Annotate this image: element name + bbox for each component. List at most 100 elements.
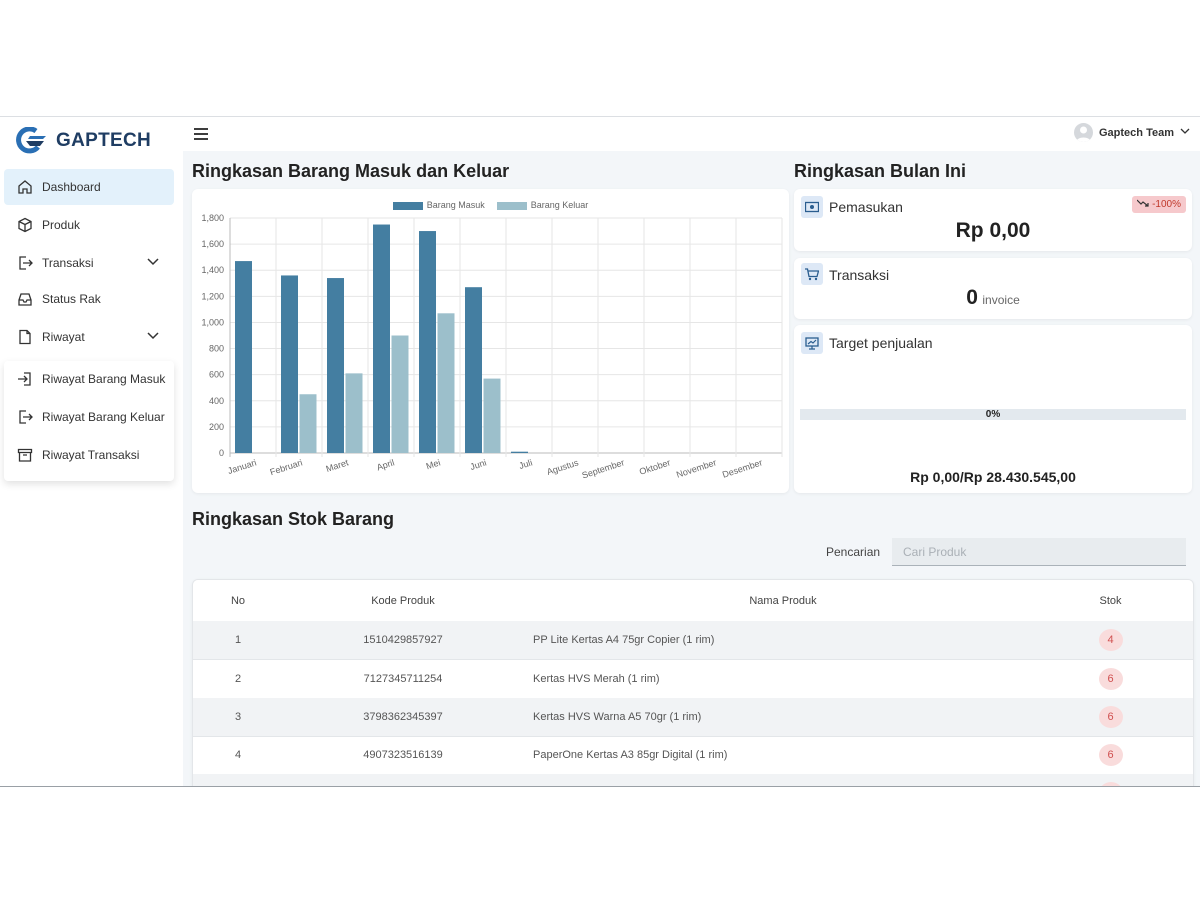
stock-section-title: Ringkasan Stok Barang [192, 509, 395, 529]
sidebar-item-label: Riwayat [42, 330, 85, 344]
y-tick-label: 200 [209, 422, 224, 432]
bar-barang-masuk [281, 275, 298, 453]
cell-stok: 6 [1073, 660, 1148, 698]
cell-no: 2 [234, 673, 242, 685]
y-tick-label: 1,600 [201, 239, 224, 249]
cell-stok [1073, 774, 1148, 786]
column-header-nama[interactable]: Nama Produk [533, 580, 1033, 621]
cell-stok: 4 [1073, 621, 1148, 659]
cell-stok: 6 [1073, 736, 1148, 774]
chevron-down-icon [1180, 126, 1190, 139]
submenu-item-label: Riwayat Barang Masuk [42, 372, 166, 386]
target-card: Target penjualan 0% Rp 0,00/Rp 28.430.54… [794, 325, 1192, 493]
x-tick-label: Desember [721, 457, 764, 479]
trend-down-icon [1136, 199, 1149, 210]
cell-kode: 4907323516139 [363, 749, 443, 761]
bar-barang-masuk [419, 231, 436, 453]
transactions-card: Transaksi 0 invoice [794, 258, 1192, 319]
table-header-row: No Kode Produk Nama Produk Stok [193, 580, 1193, 622]
y-tick-label: 800 [209, 344, 224, 354]
cell-no: 1 [234, 634, 242, 646]
submenu-item-label: Riwayat Transaksi [42, 448, 140, 462]
income-card: Pemasukan -100% Rp 0,00 [794, 189, 1192, 251]
cell-nama: PP Lite Kertas A4 75gr Copier (1 rim) [533, 634, 715, 646]
submenu-item-riwayat-barang-masuk[interactable]: Riwayat Barang Masuk [4, 361, 174, 397]
cell-kode: 7127345711254 [363, 673, 443, 685]
x-tick-label: Februari [269, 457, 304, 477]
summary-section-title: Ringkasan Bulan Ini [794, 161, 967, 181]
sidebar-item-label: Status Rak [42, 292, 101, 306]
sidebar-item-status-rak[interactable]: Status Rak [4, 281, 174, 317]
y-tick-label: 0 [219, 448, 224, 458]
table-row[interactable]: 1 1510429857927 PP Lite Kertas A4 75gr C… [193, 621, 1193, 660]
sidebar-item-label: Transaksi [42, 256, 94, 270]
cart-icon [801, 263, 823, 285]
archive-icon [16, 446, 34, 464]
y-tick-label: 1,800 [201, 213, 224, 223]
x-tick-label: Oktober [638, 457, 672, 476]
sign-out-icon [16, 254, 34, 272]
brand-name: GAPTECH [56, 130, 151, 151]
status-badge: -100% [1132, 196, 1186, 213]
stock-badge: 6 [1098, 706, 1123, 728]
y-tick-label: 400 [209, 396, 224, 406]
target-amount: Rp 0,00/Rp 28.430.545,00 [910, 469, 1076, 485]
target-progress-bar: 0% [800, 409, 1186, 420]
sidebar-item-produk[interactable]: Produk [4, 207, 174, 243]
table-row[interactable]: 2 7127345711254 Kertas HVS Merah (1 rim)… [193, 660, 1193, 699]
chevron-down-icon[interactable] [146, 329, 160, 346]
inbox-icon [16, 290, 34, 308]
stock-badge: 6 [1098, 668, 1123, 690]
submenu-item-riwayat-barang-keluar[interactable]: Riwayat Barang Keluar [4, 399, 174, 435]
x-tick-label: Agustus [546, 457, 580, 477]
y-tick-label: 1,200 [201, 291, 224, 301]
sign-out-icon [16, 408, 34, 426]
x-tick-label: Juni [469, 457, 488, 472]
sidebar-item-riwayat[interactable]: Riwayat [4, 319, 174, 355]
sidebar-item-dashboard[interactable]: Dashboard [4, 169, 174, 205]
table-row[interactable] [193, 774, 1193, 786]
money-icon [801, 196, 823, 218]
transactions-value: 0 [966, 286, 978, 309]
chart-section-title: Ringkasan Barang Masuk dan Keluar [192, 161, 510, 181]
cell-nama: Kertas HVS Warna A5 70gr (1 rim) [533, 711, 702, 723]
bar-barang-keluar [345, 373, 363, 453]
search-input[interactable] [892, 538, 1186, 566]
user-name: Gaptech Team [1099, 126, 1174, 139]
stock-badge: 4 [1098, 629, 1123, 651]
bar-barang-masuk [235, 261, 252, 453]
stock-table: No Kode Produk Nama Produk Stok 1 151042… [192, 579, 1194, 786]
cell-no: 4 [234, 749, 242, 761]
brand-logo[interactable]: GAPTECH [14, 127, 151, 155]
user-menu[interactable]: Gaptech Team [1074, 123, 1190, 142]
bar-chart: 0 200 400 600 800 1,000 1,200 1,400 1,600 1,800 Ja… [201, 213, 783, 481]
y-tick-label: 1,000 [201, 317, 224, 327]
x-tick-label: April [375, 457, 395, 472]
x-tick-label: November [675, 457, 718, 479]
presentation-chart-icon [801, 332, 823, 354]
bar-barang-keluar [299, 394, 317, 453]
column-header-stok[interactable]: Stok [1073, 580, 1148, 621]
submenu-item-riwayat-transaksi[interactable]: Riwayat Transaksi [4, 437, 174, 473]
badge-text: -100% [1152, 199, 1181, 210]
sidebar: GAPTECH Dashboard Produk Transaksi Statu… [0, 117, 183, 786]
sidebar-item-transaksi[interactable]: Transaksi [4, 245, 174, 281]
column-header-no[interactable]: No [193, 580, 283, 621]
cell-no: 3 [234, 711, 242, 723]
chart-card: Barang Masuk Barang Keluar 0 200 400 600 800… [192, 189, 789, 493]
bar-barang-keluar [391, 335, 409, 453]
x-tick-label: Juli [518, 457, 534, 471]
hamburger-menu-icon[interactable] [194, 127, 208, 145]
income-value: Rp 0,00 [955, 219, 1031, 242]
table-row[interactable]: 3 3798362345397 Kertas HVS Warna A5 70gr… [193, 698, 1193, 737]
chevron-down-icon[interactable] [146, 255, 160, 272]
file-icon [16, 328, 34, 346]
income-label: Pemasukan [829, 199, 903, 215]
submenu-item-label: Riwayat Barang Keluar [42, 410, 165, 424]
x-tick-label: September [581, 457, 626, 480]
bar-barang-masuk [465, 287, 482, 453]
column-header-kode[interactable]: Kode Produk [323, 580, 483, 621]
sidebar-item-label: Dashboard [42, 180, 101, 194]
topbar: Gaptech Team [183, 117, 1200, 151]
table-row[interactable]: 4 4907323516139 PaperOne Kertas A3 85gr … [193, 736, 1193, 775]
